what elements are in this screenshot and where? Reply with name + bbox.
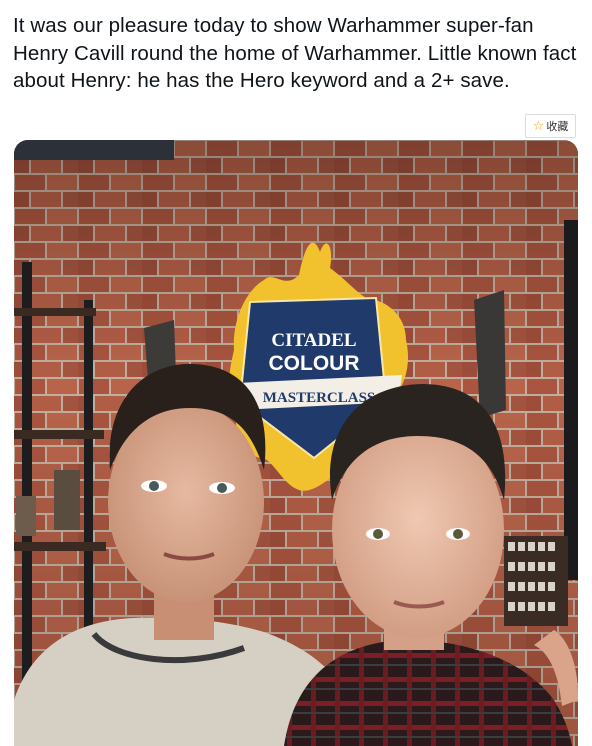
post-photo[interactable]: CITADEL COLOUR MASTERCLASS xyxy=(14,140,578,746)
collect-label: 收藏 xyxy=(546,120,569,133)
sign-line-1: CITADEL xyxy=(271,330,356,351)
star-icon: ☆ xyxy=(532,118,545,134)
post-text: It was our pleasure today to show Warham… xyxy=(13,14,577,92)
sign-line-2: COLOUR xyxy=(269,352,360,375)
collect-button[interactable]: ☆ 收藏 xyxy=(525,114,576,138)
sign-line-3: MASTERCLASS xyxy=(263,390,376,406)
